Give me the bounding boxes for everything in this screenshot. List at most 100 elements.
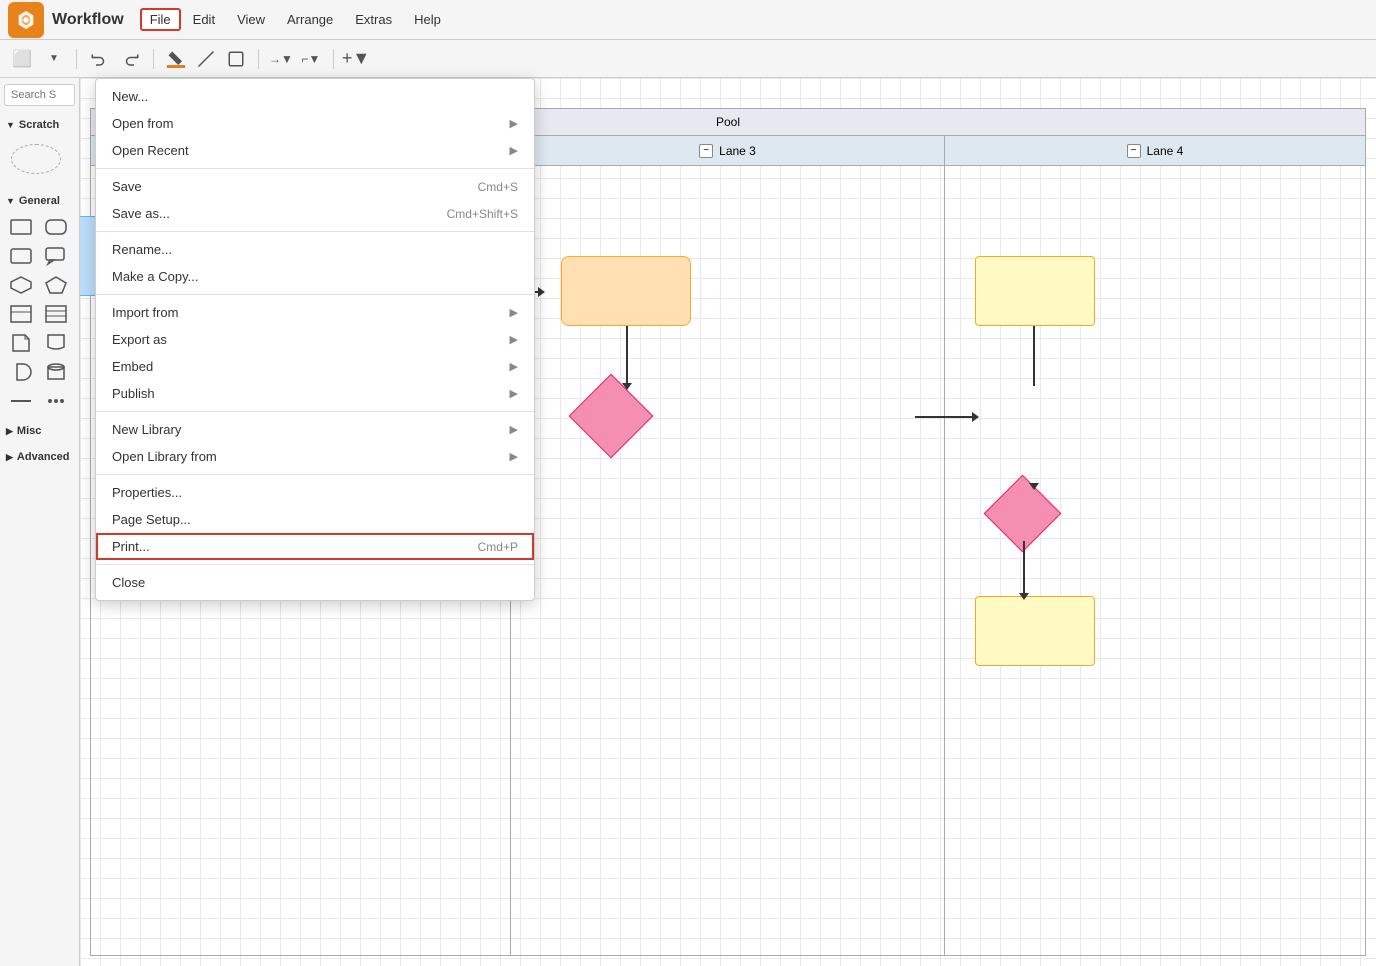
file-menu-dropdown: New... Open from ▶ Open Recent ▶ Save Cm… [95,78,535,601]
app-title: Workflow [52,11,124,29]
shape-rounded-rect[interactable] [41,214,71,240]
general-section-toggle[interactable]: ▼ General [6,192,73,210]
lane-4-collapse[interactable]: − [1127,144,1141,158]
connection-style-btn[interactable]: →▼ [267,45,295,73]
menu-new[interactable]: New... [96,83,534,110]
shape-list[interactable] [41,301,71,327]
shape-dots[interactable] [41,388,71,414]
menu-open-from[interactable]: Open from ▶ [96,110,534,137]
scratch-section-toggle[interactable]: ▼ Scratch [6,116,73,134]
open-library-from-submenu-icon: ▶ [510,450,518,463]
shape-callout[interactable] [41,243,71,269]
menu-embed[interactable]: Embed ▶ [96,353,534,380]
arrowhead-5 [1029,483,1039,495]
top-bar: Workflow File Edit View Arrange Extras H… [0,0,1376,40]
toolbar-separator-1 [76,49,77,69]
search-input[interactable] [4,84,75,106]
menu-page-setup[interactable]: Page Setup... [96,506,534,533]
menu-save-label: Save [112,179,478,194]
menu-new-library-label: New Library [112,422,510,437]
shape-document[interactable] [41,330,71,356]
menu-new-label: New... [112,89,518,104]
shape-yellow-rect-bottom[interactable] [975,596,1095,666]
open-recent-submenu-icon: ▶ [510,144,518,157]
shape-rectangle[interactable] [6,214,36,240]
menu-bar: File Edit View Arrange Extras Help [140,8,451,31]
menu-item-edit[interactable]: Edit [183,8,225,31]
divider-3 [96,294,534,295]
shape-btn[interactable] [222,45,250,73]
shape-hexagon[interactable] [6,272,36,298]
shape-yellow-rect-top[interactable] [975,256,1095,326]
arrowhead-2 [538,287,550,297]
redo-btn[interactable] [117,45,145,73]
shape-container[interactable] [6,301,36,327]
scratch-label: Scratch [19,119,59,131]
lane-4-container: − Lane 4 [945,136,1366,956]
menu-page-setup-label: Page Setup... [112,512,518,527]
menu-properties[interactable]: Properties... [96,479,534,506]
menu-item-view[interactable]: View [227,8,275,31]
lane-3-label: Lane 3 [719,144,756,158]
waypoint-btn[interactable]: ⌐▼ [297,45,325,73]
menu-save-as[interactable]: Save as... Cmd+Shift+S [96,200,534,227]
undo-btn[interactable] [85,45,113,73]
advanced-section-toggle[interactable]: ▶ Advanced [6,448,73,466]
menu-print-label: Print... [112,539,478,554]
line-btn[interactable] [192,45,220,73]
menu-import-from-label: Import from [112,305,510,320]
scratch-shape [11,144,61,174]
fill-btn[interactable] [162,45,190,73]
menu-close[interactable]: Close [96,569,534,596]
page-dropdown-btn[interactable]: ▼ [40,45,68,73]
shape-pink-diamond[interactable] [569,374,654,459]
sidebar: ▼ Scratch ▼ General [0,78,80,966]
toolbar-separator-2 [153,49,154,69]
menu-open-library-from[interactable]: Open Library from ▶ [96,443,534,470]
sidebar-section-scratch: ▼ Scratch [0,112,79,188]
divider-5 [96,474,534,475]
add-btn[interactable]: +▼ [342,45,370,73]
shape-d-shape[interactable] [6,359,36,385]
page-layout-btn[interactable]: ⬜ [8,45,36,73]
app-logo [8,2,44,38]
menu-rename-label: Rename... [112,242,518,257]
menu-embed-label: Embed [112,359,510,374]
connection-tools: →▼ ⌐▼ [267,45,325,73]
shape-cylinder[interactable] [41,359,71,385]
menu-new-library[interactable]: New Library ▶ [96,416,534,443]
shape-rect2[interactable] [6,243,36,269]
arrow-5 [1033,326,1035,386]
menu-publish[interactable]: Publish ▶ [96,380,534,407]
menu-save[interactable]: Save Cmd+S [96,173,534,200]
menu-import-from[interactable]: Import from ▶ [96,299,534,326]
menu-export-as[interactable]: Export as ▶ [96,326,534,353]
menu-item-help[interactable]: Help [404,8,451,31]
menu-print[interactable]: Print... Cmd+P [96,533,534,560]
shape-page[interactable] [6,330,36,356]
shape-orange-rect[interactable] [561,256,691,326]
format-tools [162,45,250,73]
toolbar: ⬜ ▼ →▼ ⌐▼ +▼ [0,40,1376,78]
misc-section-toggle[interactable]: ▶ Misc [6,422,73,440]
toolbar-separator-3 [258,49,259,69]
lane-4-header: − Lane 4 [945,136,1365,166]
arrowhead-4 [972,412,984,422]
menu-open-recent-label: Open Recent [112,143,510,158]
menu-item-extras[interactable]: Extras [345,8,402,31]
menu-item-file[interactable]: File [140,8,181,31]
menu-rename[interactable]: Rename... [96,236,534,263]
divider-1 [96,168,534,169]
shape-line[interactable] [6,388,36,414]
menu-open-recent[interactable]: Open Recent ▶ [96,137,534,164]
menu-open-library-from-label: Open Library from [112,449,510,464]
menu-make-copy[interactable]: Make a Copy... [96,263,534,290]
menu-item-arrange[interactable]: Arrange [277,8,343,31]
menu-save-shortcut: Cmd+S [478,180,518,194]
lane-3-collapse[interactable]: − [699,144,713,158]
shape-pentagon[interactable] [41,272,71,298]
menu-open-from-label: Open from [112,116,510,131]
sidebar-section-general: ▼ General [0,188,79,418]
general-shapes [6,214,73,414]
new-library-submenu-icon: ▶ [510,423,518,436]
